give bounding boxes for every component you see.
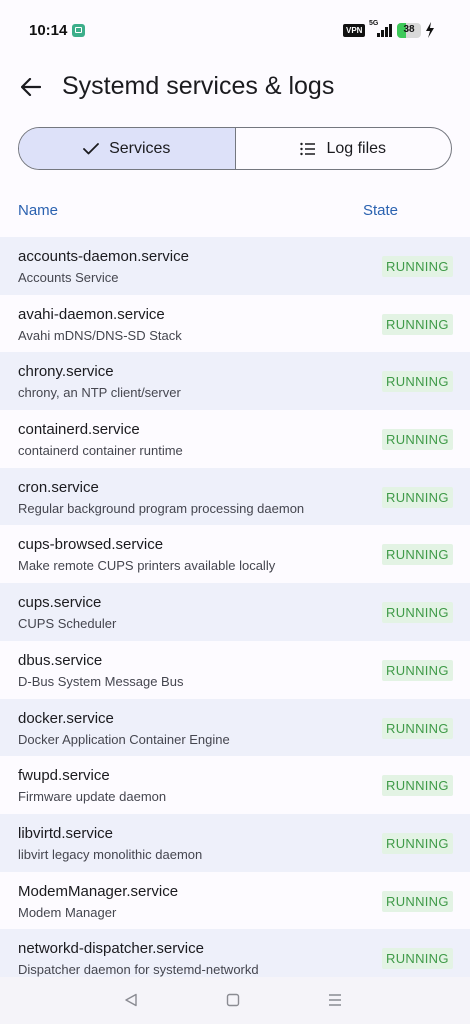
state-badge: RUNNING [382, 948, 453, 970]
back-triangle-icon [125, 993, 137, 1007]
service-description: Accounts Service [18, 270, 119, 285]
service-description: CUPS Scheduler [18, 616, 117, 632]
service-description: Dispatcher daemon for systemd-networkd [18, 962, 259, 977]
service-row[interactable]: ModemManager.service Modem Manager RUNNING [0, 871, 470, 930]
view-toggle: Services Log files [18, 127, 452, 170]
status-bar: 10:14 VPN 5G 38 [0, 0, 470, 60]
service-name: networkd-dispatcher.service [18, 940, 204, 958]
service-description: containerd container runtime [18, 443, 183, 459]
service-row[interactable]: dbus.service D-Bus System Message Bus RUNN… [0, 640, 470, 699]
state-badge: RUNNING [382, 775, 453, 797]
state-badge: RUNNING [382, 256, 453, 277]
service-list[interactable]: accounts-daemon.service Accounts Service R… [0, 237, 470, 977]
state-badge: RUNNING [382, 890, 453, 912]
check-icon [83, 142, 99, 154]
state-badge: RUNNING [382, 429, 453, 451]
service-row[interactable]: cron.service Regular background program p… [0, 467, 470, 526]
service-name: libvirtd.service [18, 824, 114, 842]
service-name: chrony.service [18, 363, 114, 381]
service-description: Make remote CUPS printers available loca… [18, 558, 276, 574]
service-row[interactable]: fwupd.service Firmware update daemon RUNNI… [0, 756, 470, 814]
state-badge: RUNNING [382, 602, 453, 624]
service-description: chrony, an NTP client/server [18, 385, 181, 401]
system-nav-bar [0, 977, 470, 1024]
service-name: cron.service [18, 478, 99, 496]
home-square-icon [226, 993, 240, 1007]
service-row[interactable]: networkd-dispatcher.service Dispatcher da… [0, 929, 470, 977]
state-badge: RUNNING [382, 717, 453, 739]
status-time: 10:14 [29, 22, 68, 39]
recents-menu-icon [329, 994, 341, 1006]
state-badge: RUNNING [382, 544, 453, 566]
service-name: fwupd.service [18, 767, 110, 785]
service-description: Avahi mDNS/DNS-SD Stack [18, 327, 182, 343]
service-row[interactable]: cups.service CUPS Scheduler RUNNING [0, 583, 470, 641]
state-badge: RUNNING [382, 313, 453, 335]
service-name: ModemManager.service [18, 882, 179, 900]
nav-home-button[interactable] [222, 989, 244, 1011]
battery-level: 38 [403, 24, 415, 35]
column-header-name[interactable]: Name [18, 202, 58, 219]
service-description: Modem Manager [18, 904, 117, 920]
state-badge: RUNNING [382, 486, 453, 508]
service-description: D-Bus System Message Bus [18, 673, 184, 689]
battery-icon: 38 [397, 23, 421, 38]
service-row[interactable]: libvirtd.service libvirt legacy monolithi… [0, 813, 470, 872]
tab-log-files[interactable]: Log files [234, 128, 452, 169]
service-name: containerd.service [18, 421, 140, 439]
list-icon [300, 142, 316, 155]
state-badge: RUNNING [382, 371, 453, 393]
service-name: cups-browsed.service [18, 536, 164, 554]
state-badge: RUNNING [382, 659, 453, 681]
service-row[interactable]: avahi-daemon.service Avahi mDNS/DNS-SD St… [0, 294, 470, 353]
charging-bolt-icon [426, 22, 434, 38]
service-description: Firmware update daemon [18, 789, 167, 805]
service-name: accounts-daemon.service [18, 248, 189, 265]
tab-services[interactable]: Services [19, 128, 235, 169]
vpn-badge: VPN [343, 24, 366, 37]
service-row[interactable]: cups-browsed.service Make remote CUPS pri… [0, 525, 470, 584]
service-name: cups.service [18, 594, 102, 612]
service-name: avahi-daemon.service [18, 305, 165, 323]
app-notification-icon [72, 24, 85, 37]
service-description: libvirt legacy monolithic daemon [18, 846, 203, 862]
service-row[interactable]: accounts-daemon.service Accounts Service R… [0, 237, 470, 295]
service-row[interactable]: containerd.service containerd container r… [0, 410, 470, 468]
page-title: Systemd services & logs [62, 72, 335, 100]
service-name: docker.service [18, 709, 114, 727]
tab-services-label: Services [109, 139, 171, 157]
column-header-state[interactable]: State [363, 202, 398, 219]
signal-icon [377, 24, 393, 37]
nav-back-button[interactable] [120, 989, 142, 1011]
service-name: dbus.service [18, 651, 103, 669]
back-button[interactable] [14, 70, 48, 104]
tab-log-files-label: Log files [326, 139, 387, 157]
arrow-left-icon [21, 78, 41, 96]
state-badge: RUNNING [382, 832, 453, 854]
service-description: Regular background program processing da… [18, 500, 305, 516]
service-row[interactable]: chrony.service chrony, an NTP client/serv… [0, 352, 470, 411]
service-row[interactable]: docker.service Docker Application Contain… [0, 698, 470, 757]
nav-recents-button[interactable] [324, 989, 346, 1011]
service-description: Docker Application Container Engine [18, 731, 230, 747]
